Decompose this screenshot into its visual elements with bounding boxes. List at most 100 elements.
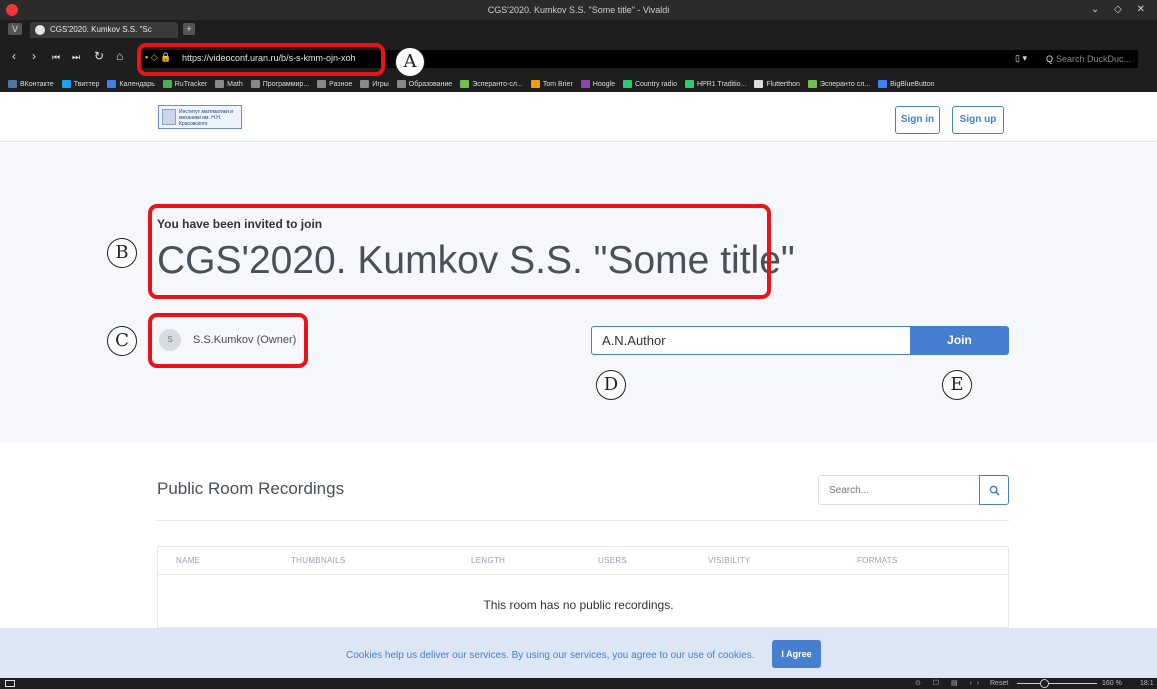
bookmark-label: Игры bbox=[372, 80, 389, 88]
bookmark-icon bbox=[162, 80, 172, 88]
duckduckgo-search-icon: Q bbox=[1046, 54, 1054, 64]
recordings-search-input[interactable] bbox=[818, 475, 980, 505]
bookmark-label: Твиттер bbox=[73, 80, 100, 88]
recordings-search-button[interactable] bbox=[979, 475, 1009, 505]
agree-cookies-button[interactable]: I Agree bbox=[772, 640, 821, 668]
bookmark-item[interactable]: ВКонтакте bbox=[8, 80, 54, 88]
bookmark-item[interactable]: Эсперанто-сл... bbox=[460, 80, 523, 88]
bookmark-item[interactable]: RuTracker bbox=[162, 80, 207, 88]
annotation-label-a: A bbox=[395, 47, 425, 77]
bookmark-item[interactable]: Math bbox=[215, 80, 243, 88]
search-icon bbox=[989, 485, 1000, 496]
column-header-users[interactable]: USERS bbox=[598, 556, 627, 565]
institute-logo[interactable]: Институт математики и механики им. Н.Н. … bbox=[158, 105, 242, 129]
bookmark-item[interactable]: Образование bbox=[396, 80, 453, 88]
zoom-reset-button[interactable]: Reset bbox=[990, 680, 1008, 687]
window-controls[interactable]: ⌄ ◇ ✕ bbox=[1091, 4, 1151, 15]
tab-title: CGS'2020. Kumkov S.S. "Sc bbox=[50, 25, 152, 34]
bookmark-item[interactable]: Разное bbox=[317, 80, 352, 88]
window-title: CGS'2020. Kumkov S.S. "Some title" - Viv… bbox=[487, 5, 670, 15]
bookmark-icon bbox=[250, 80, 260, 88]
column-header-length[interactable]: LENGTH bbox=[471, 556, 505, 565]
rewind-icon[interactable]: ⏮ bbox=[52, 52, 60, 63]
status-tools-icons[interactable]: ⊙ ☐ ▤ ‹› bbox=[915, 679, 984, 687]
bookmark-label: HPR1 Traditio... bbox=[697, 80, 747, 88]
zoom-slider-track[interactable] bbox=[1017, 683, 1097, 684]
bookmark-icon bbox=[317, 80, 327, 88]
institute-emblem-icon bbox=[162, 109, 176, 125]
name-input[interactable] bbox=[591, 326, 911, 355]
sign-up-button[interactable]: Sign up bbox=[952, 106, 1004, 134]
bookmark-item[interactable]: Country radio bbox=[622, 80, 677, 88]
panel-toggle-icon[interactable] bbox=[5, 680, 15, 687]
bookmark-item[interactable]: BigBlueButton bbox=[878, 80, 935, 88]
window-titlebar: CGS'2020. Kumkov S.S. "Some title" - Viv… bbox=[0, 0, 1157, 20]
bookmark-item[interactable]: Tom Brier bbox=[530, 80, 573, 88]
zoom-level: 160 % bbox=[1102, 680, 1122, 687]
bookmark-icon bbox=[8, 80, 17, 88]
section-divider bbox=[157, 520, 1009, 521]
column-header-name[interactable]: NAME bbox=[176, 556, 200, 565]
column-header-visibility[interactable]: VISIBILITY bbox=[708, 556, 751, 565]
bookmark-label: Country radio bbox=[634, 80, 677, 88]
bookmark-label: Образование bbox=[408, 80, 453, 88]
bookmark-label: Math bbox=[227, 80, 243, 88]
bookmark-label: Программир... bbox=[262, 80, 310, 88]
annotation-label-d: D bbox=[596, 370, 626, 400]
table-header-divider bbox=[158, 574, 1008, 575]
annotation-box-b bbox=[148, 204, 771, 299]
bookmark-label: Flutterthon bbox=[766, 80, 800, 88]
clock: 18:1 bbox=[1140, 680, 1154, 687]
bookmark-label: Hoogle bbox=[592, 80, 615, 88]
bookmark-icon bbox=[215, 80, 225, 88]
reload-icon[interactable]: ↻ bbox=[94, 49, 104, 63]
column-header-thumbnails[interactable]: THUMBNAILS bbox=[291, 556, 346, 565]
bookmark-item[interactable]: Flutterthon bbox=[754, 80, 800, 88]
bookmark-icon bbox=[61, 80, 71, 88]
bookmark-item[interactable]: Календарь bbox=[107, 80, 155, 88]
column-header-formats[interactable]: FORMATS bbox=[857, 556, 898, 565]
bookmark-icon bbox=[622, 80, 632, 88]
bookmark-icon bbox=[396, 80, 406, 88]
search-engine-placeholder: Search DuckDuc... bbox=[1056, 54, 1132, 64]
forward-icon[interactable]: › bbox=[32, 49, 36, 63]
zoom-slider-knob[interactable] bbox=[1040, 679, 1049, 688]
bookmark-icon bbox=[807, 80, 817, 88]
sign-in-button[interactable]: Sign in bbox=[895, 106, 940, 134]
tab-active[interactable]: CGS'2020. Kumkov S.S. "Sc bbox=[30, 22, 178, 38]
bookmark-label: Разное bbox=[329, 80, 353, 88]
status-bar: ⊙ ☐ ▤ ‹› Reset 160 % 18:1 bbox=[0, 678, 1157, 689]
annotation-box-c bbox=[148, 313, 308, 368]
bookmark-icon bbox=[107, 80, 117, 88]
tab-bar: V CGS'2020. Kumkov S.S. "Sc + bbox=[0, 20, 1157, 38]
new-tab-icon[interactable]: + bbox=[183, 23, 195, 35]
bookmark-item[interactable]: Твиттер bbox=[61, 80, 100, 88]
bookmark-item[interactable]: Программир... bbox=[250, 80, 310, 88]
bookmark-icon bbox=[878, 80, 888, 88]
bookmark-item[interactable]: Эсперанто сл... bbox=[807, 80, 871, 88]
bigbluebutton-favicon-icon bbox=[35, 25, 45, 35]
bookmark-label: Tom Brier bbox=[542, 80, 573, 88]
home-icon[interactable]: ⌂ bbox=[116, 49, 123, 63]
bookmark-item[interactable]: Hoogle bbox=[580, 80, 615, 88]
annotation-label-c: C bbox=[107, 326, 137, 356]
recordings-heading: Public Room Recordings bbox=[157, 479, 345, 498]
panel-toggle-icon[interactable]: V bbox=[8, 23, 22, 35]
bookmark-label: ВКонтакте bbox=[20, 80, 54, 88]
bookmark-label: Эсперанто сл... bbox=[819, 80, 871, 88]
search-engine-box[interactable]: Q Search DuckDuc... bbox=[1042, 50, 1157, 68]
bookmark-icon bbox=[685, 80, 694, 88]
bookmark-page-icon[interactable]: ▯ ▾ bbox=[1015, 53, 1027, 64]
join-button[interactable]: Join bbox=[910, 326, 1009, 355]
bookmark-item[interactable]: HPR1 Traditio... bbox=[685, 80, 746, 88]
bookmark-icon bbox=[360, 80, 370, 88]
bookmark-icon bbox=[580, 80, 590, 88]
fast-forward-icon[interactable]: ⏭ bbox=[72, 52, 80, 63]
bookmark-icon bbox=[530, 80, 540, 88]
bookmark-item[interactable]: Игры bbox=[360, 80, 389, 88]
back-icon[interactable]: ‹ bbox=[12, 49, 16, 63]
cookie-text: Cookies help us deliver our services. By… bbox=[346, 650, 755, 661]
bookmark-icon bbox=[754, 80, 764, 88]
bookmark-label: Календарь bbox=[119, 80, 155, 88]
bookmarks-bar: ВКонтакте Твиттер Календарь RuTracker Math Пр… bbox=[0, 76, 1157, 92]
